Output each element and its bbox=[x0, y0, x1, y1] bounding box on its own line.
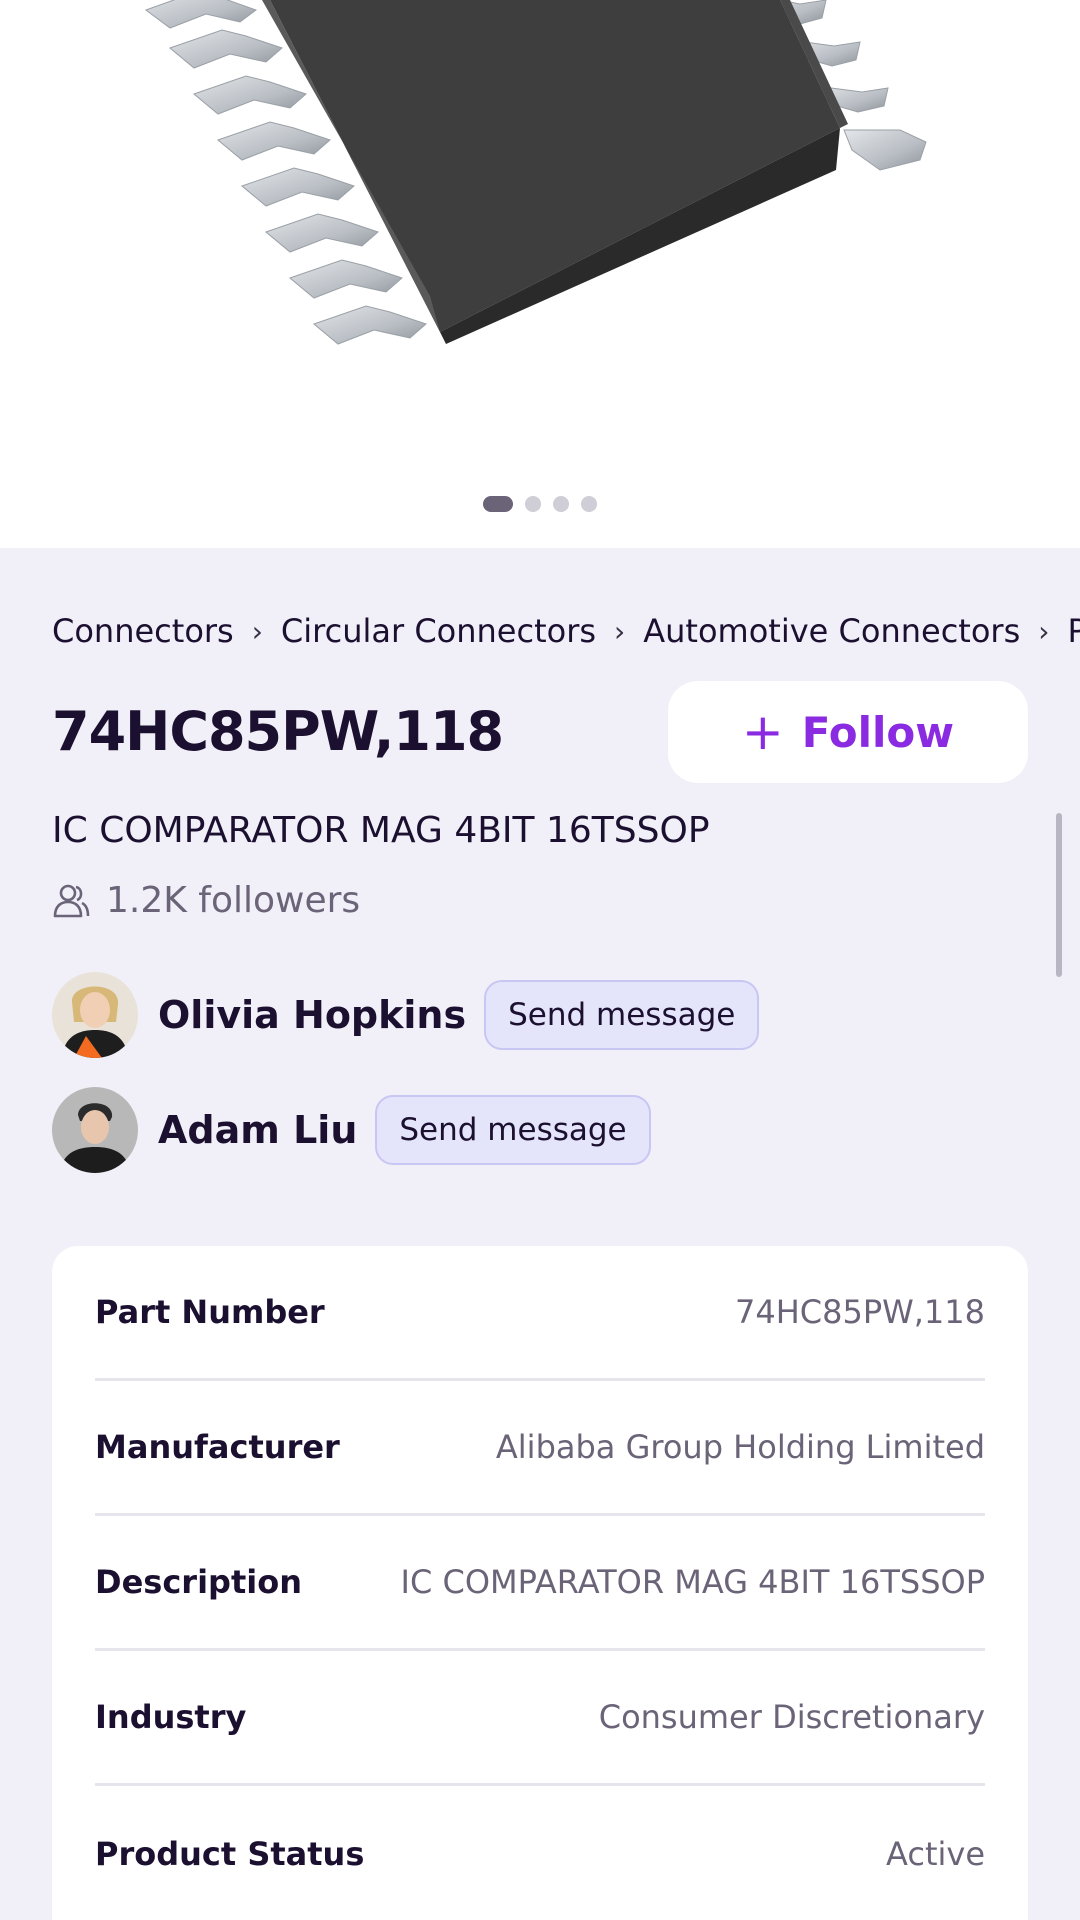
details-card: Part Number 74HC85PW,118 Manufacturer Al… bbox=[52, 1246, 1028, 1920]
followers-count: 1.2K followers bbox=[52, 880, 360, 921]
details-row-description: Description IC COMPARATOR MAG 4BIT 16TSS… bbox=[95, 1516, 985, 1651]
details-row-product-status: Product Status Active bbox=[95, 1786, 985, 1920]
users-icon bbox=[53, 884, 90, 917]
breadcrumb-item-circular-connectors[interactable]: Circular Connectors bbox=[281, 612, 596, 650]
details-label: Manufacturer bbox=[95, 1428, 340, 1466]
details-value: 74HC85PW,118 bbox=[734, 1293, 985, 1331]
contact-name: Adam Liu bbox=[158, 1108, 358, 1152]
breadcrumb-item-truncated[interactable]: Pow bbox=[1067, 612, 1080, 650]
chevron-right-icon: › bbox=[614, 614, 626, 648]
details-value: Active bbox=[886, 1834, 985, 1873]
contact-name: Olivia Hopkins bbox=[158, 993, 467, 1037]
details-label: Description bbox=[95, 1563, 302, 1601]
send-message-button[interactable]: Send message bbox=[484, 980, 760, 1050]
chevron-right-icon: › bbox=[251, 614, 263, 648]
carousel-dot[interactable] bbox=[553, 496, 569, 512]
plus-icon: + bbox=[741, 703, 784, 761]
page-title: 74HC85PW,118 bbox=[52, 700, 504, 763]
product-image-carousel[interactable] bbox=[0, 0, 1080, 548]
details-label: Industry bbox=[95, 1698, 247, 1736]
details-label: Product Status bbox=[95, 1834, 365, 1873]
chevron-right-icon: › bbox=[1038, 614, 1050, 648]
follow-button-label: Follow bbox=[801, 707, 955, 757]
breadcrumb-item-automotive-connectors[interactable]: Automotive Connectors bbox=[643, 612, 1020, 650]
carousel-dot-active[interactable] bbox=[483, 496, 513, 512]
scrollbar[interactable] bbox=[1056, 813, 1062, 977]
avatar[interactable] bbox=[52, 972, 138, 1058]
carousel-dot[interactable] bbox=[525, 496, 541, 512]
breadcrumb-item-connectors[interactable]: Connectors bbox=[52, 612, 234, 650]
details-row-manufacturer: Manufacturer Alibaba Group Holding Limit… bbox=[95, 1381, 985, 1516]
details-value: Alibaba Group Holding Limited bbox=[495, 1428, 985, 1466]
details-row-industry: Industry Consumer Discretionary bbox=[95, 1651, 985, 1786]
carousel-dots bbox=[0, 496, 1080, 512]
carousel-dot[interactable] bbox=[581, 496, 597, 512]
product-description: IC COMPARATOR MAG 4BIT 16TSSOP bbox=[52, 810, 710, 851]
chip-image bbox=[144, 0, 927, 345]
details-value: IC COMPARATOR MAG 4BIT 16TSSOP bbox=[400, 1563, 985, 1601]
contact-adam-liu: Adam Liu Send message bbox=[52, 1087, 651, 1173]
product-page: Connectors › Circular Connectors › Autom… bbox=[0, 0, 1080, 1920]
avatar[interactable] bbox=[52, 1087, 138, 1173]
follow-button[interactable]: + Follow bbox=[668, 681, 1028, 783]
details-label: Part Number bbox=[95, 1293, 325, 1331]
contact-olivia-hopkins: Olivia Hopkins Send message bbox=[52, 972, 760, 1058]
followers-text: 1.2K followers bbox=[106, 880, 361, 921]
details-row-part-number: Part Number 74HC85PW,118 bbox=[95, 1246, 985, 1381]
details-value: Consumer Discretionary bbox=[598, 1698, 985, 1736]
breadcrumb: Connectors › Circular Connectors › Autom… bbox=[52, 612, 1080, 650]
send-message-button[interactable]: Send message bbox=[375, 1095, 651, 1165]
